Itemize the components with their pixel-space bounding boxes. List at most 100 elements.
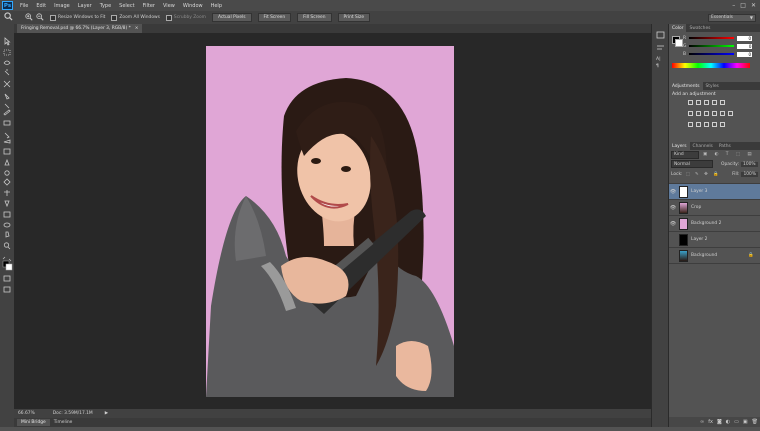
layer-filter-icons[interactable]: ▣ ◐ T ⬚ ▤	[703, 152, 755, 157]
new-layer-icon[interactable]: ▣	[743, 419, 748, 425]
zoom-all-checkbox[interactable]	[111, 14, 118, 21]
background-color[interactable]	[675, 39, 683, 47]
blue-slider[interactable]	[689, 53, 735, 55]
channel-mixer-icon[interactable]	[719, 111, 725, 116]
print-size-button[interactable]: Print Size	[337, 13, 371, 22]
menu-filter[interactable]: Filter	[139, 3, 159, 9]
tab-timeline[interactable]: Timeline	[50, 419, 77, 426]
color-panel-tabs: Color Swatches	[669, 24, 760, 32]
green-value[interactable]: 0	[737, 43, 753, 49]
scrubby-zoom-option[interactable]: Scrubby Zoom	[165, 14, 206, 21]
menu-view[interactable]: View	[159, 3, 179, 9]
color-balance-icon[interactable]	[695, 111, 701, 116]
tools-panel	[0, 24, 15, 427]
exposure-icon[interactable]	[711, 100, 717, 105]
layers-footer: ∞ fx ◙ ◐ ▭ ▣ 🗑	[669, 417, 760, 427]
status-menu-arrow[interactable]: ▶	[105, 411, 108, 416]
tab-mini-bridge[interactable]: Mini Bridge	[17, 419, 50, 426]
layer-row-layer-3[interactable]: 👁 Layer 3	[669, 183, 760, 199]
fit-screen-button[interactable]: Fit Screen	[257, 13, 292, 22]
photo-filter-icon[interactable]	[711, 111, 717, 116]
layer-row-background[interactable]: Background 🔒	[669, 247, 760, 263]
blue-value[interactable]: 0	[737, 51, 753, 57]
tab-layers[interactable]: Layers	[669, 142, 690, 150]
fill-screen-button[interactable]: Fill Screen	[297, 13, 332, 22]
close-tab-icon[interactable]: ×	[135, 26, 139, 31]
workspace-label: Essentials	[711, 15, 733, 20]
resize-windows-checkbox[interactable]	[50, 14, 56, 21]
fill-value[interactable]: 100%	[741, 171, 758, 177]
fill-label: Fill:	[732, 171, 740, 177]
layer-name: Crop	[691, 205, 702, 210]
scrubby-zoom-checkbox[interactable]	[165, 14, 172, 21]
zoom-tool-icon[interactable]	[4, 12, 13, 23]
menu-help[interactable]: Help	[207, 3, 226, 9]
tab-adjustments[interactable]: Adjustments	[669, 82, 703, 90]
document-image[interactable]	[206, 46, 454, 397]
color-spectrum[interactable]	[672, 63, 750, 68]
layer-filter-select[interactable]: Kind	[671, 150, 699, 159]
tool-icons[interactable]	[0, 24, 14, 427]
dock-icons[interactable]: A| ¶	[652, 24, 669, 84]
menu-type[interactable]: Type	[96, 3, 115, 9]
visibility-eye-icon[interactable]: 👁	[669, 189, 677, 195]
threshold-icon[interactable]	[703, 122, 709, 127]
tab-channels[interactable]: Channels	[690, 142, 716, 150]
blend-mode-select[interactable]: Normal	[671, 160, 713, 168]
link-icon[interactable]: ∞	[700, 419, 704, 425]
maximize-button[interactable]: □	[740, 2, 746, 9]
gradient-map-icon[interactable]	[711, 122, 717, 127]
brightness-icon[interactable]	[687, 100, 693, 105]
levels-icon[interactable]	[695, 100, 701, 105]
tab-paths[interactable]: Paths	[716, 142, 734, 150]
adjustment-icon[interactable]: ◐	[726, 419, 730, 425]
zoom-level[interactable]: 66.67%	[18, 411, 35, 416]
workspace-select[interactable]: Essentials ▼	[708, 13, 756, 22]
fx-icon[interactable]: fx	[708, 419, 713, 425]
document-tab[interactable]: Fringing Removal.psd @ 66.7% (Layer 3, R…	[17, 24, 143, 33]
opacity-value[interactable]: 100%	[741, 161, 758, 167]
menu-select[interactable]: Select	[115, 3, 138, 9]
black-white-icon[interactable]	[703, 111, 709, 116]
minimize-button[interactable]: –	[732, 2, 735, 9]
tab-color[interactable]: Color	[669, 24, 687, 32]
visibility-eye-icon[interactable]: 👁	[669, 221, 677, 227]
zoom-out-icon[interactable]	[36, 12, 44, 23]
menu-edit[interactable]: Edit	[32, 3, 50, 9]
tab-swatches[interactable]: Swatches	[686, 24, 713, 32]
posterize-icon[interactable]	[695, 122, 701, 127]
hue-saturation-icon[interactable]	[687, 111, 693, 116]
menu-image[interactable]: Image	[50, 3, 74, 9]
layer-row-layer-2[interactable]: Layer 2	[669, 231, 760, 247]
lock-icons[interactable]: ⬚ ✎ ✥ 🔒	[686, 172, 721, 177]
zoom-in-icon[interactable]	[25, 12, 33, 23]
app-logo: Ps	[2, 1, 13, 10]
visibility-eye-icon[interactable]: 👁	[669, 205, 677, 211]
menu-window[interactable]: Window	[179, 3, 207, 9]
layer-name: Background 2	[691, 221, 722, 226]
curves-icon[interactable]	[703, 100, 709, 105]
red-value[interactable]: 0	[737, 35, 753, 41]
invert-icon[interactable]	[687, 122, 693, 127]
close-window-button[interactable]: ✕	[751, 2, 756, 9]
menu-layer[interactable]: Layer	[74, 3, 96, 9]
red-slider[interactable]	[689, 37, 735, 39]
zoom-all-windows-option[interactable]: Zoom All Windows	[111, 14, 160, 21]
blue-slider-row[interactable]: B 0	[669, 50, 760, 58]
vibrance-icon[interactable]	[719, 100, 725, 105]
tab-styles[interactable]: Styles	[703, 82, 722, 90]
color-lookup-icon[interactable]	[727, 111, 733, 116]
trash-icon[interactable]: 🗑	[752, 419, 758, 425]
mask-icon[interactable]: ◙	[717, 419, 722, 425]
lock-label: Lock:	[671, 171, 683, 177]
selective-color-icon[interactable]	[719, 122, 725, 127]
menu-file[interactable]: File	[16, 3, 32, 9]
resize-windows-option[interactable]: Resize Windows to Fit	[50, 14, 105, 21]
green-slider[interactable]	[689, 45, 735, 47]
adjustments-title: Add an adjustment	[672, 92, 716, 97]
layer-row-crop[interactable]: 👁 Crop	[669, 199, 760, 215]
layer-row-background-2[interactable]: 👁 Background 2	[669, 215, 760, 231]
actual-pixels-button[interactable]: Actual Pixels	[211, 13, 252, 22]
layers-panel: Kind ▣ ◐ T ⬚ ▤ Normal Opacity: 100% Lock…	[669, 150, 760, 264]
group-icon[interactable]: ▭	[734, 419, 739, 425]
